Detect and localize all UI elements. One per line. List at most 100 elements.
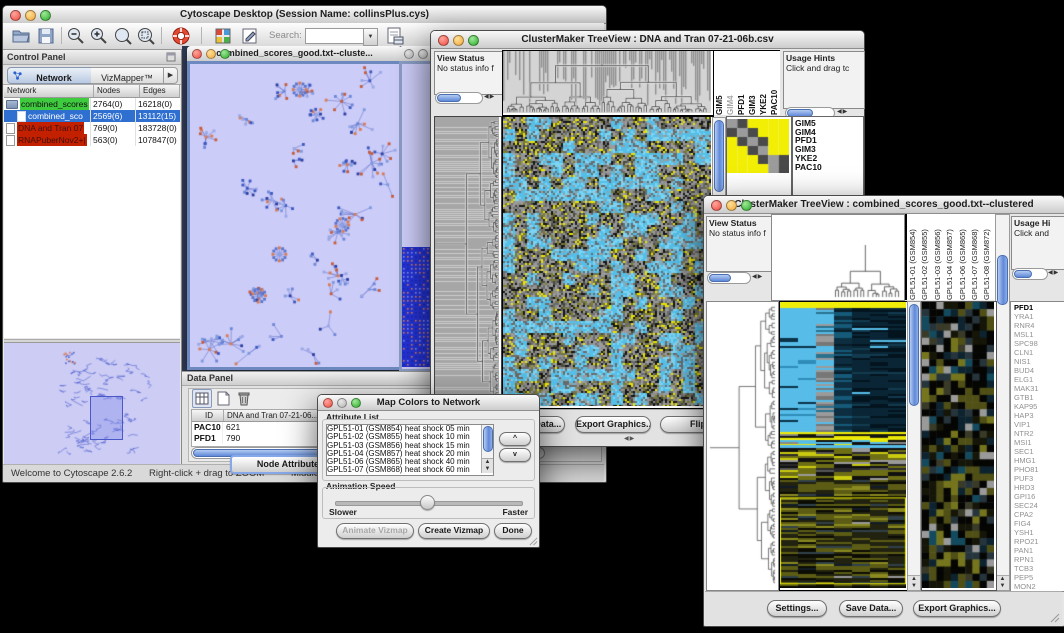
zoom-window-icon[interactable] [351,398,361,408]
treeview1-titlebar[interactable]: ClusterMaker TreeView : DNA and Tran 07-… [431,31,864,49]
tv2-heatmap[interactable] [779,301,909,591]
minimize-icon[interactable] [25,10,36,21]
cytoscape-titlebar[interactable]: Cytoscape Desktop (Session Name: collins… [3,6,606,24]
control-panel-title: Control Panel [7,50,66,64]
tv1-column-dendrogram[interactable] [502,50,714,116]
minimize-icon[interactable] [453,35,464,46]
tv2-status-scrollbar[interactable] [707,272,751,284]
tv2-action-button[interactable]: Save Data... [839,600,903,617]
dialog-titlebar[interactable]: Map Colors to Network [318,395,539,411]
zoom-selected-icon[interactable] [136,26,156,46]
delete-attribute-icon[interactable] [234,389,254,408]
network-list-row[interactable]: DNA and Tran 07 769(0) 183728(0) [4,122,180,134]
zoom-window-icon[interactable] [468,35,479,46]
gene-label: MON2 [1014,582,1064,591]
network-view-window: combined_scores_good.txt--cluste... [187,46,402,370]
help-lifering-icon[interactable] [171,26,191,46]
tv2-status-scroll-arrows[interactable]: ◀▶ [752,272,763,282]
network-list-row[interactable]: combined_scores 2764(0) 16218(0) [4,98,180,110]
open-file-icon[interactable] [11,26,31,46]
gene-label: RPO21 [1014,537,1064,546]
tv2-zoom-vscrollbar[interactable]: ▲▼ [995,214,1010,591]
attribute-item[interactable]: GPL51-07 (GSM868) heat shock 60 min [327,466,493,474]
save-icon[interactable] [36,26,56,46]
attribute-select-icon[interactable] [192,389,212,408]
tv1-status-scrollbar[interactable] [435,92,483,104]
close-icon[interactable] [711,200,722,211]
tv1-action-button[interactable]: Export Graphics... [575,416,651,433]
gene-label: GPI16 [1014,492,1064,501]
move-down-button[interactable]: v [499,448,531,462]
gene-label: YSH1 [1014,528,1064,537]
network-row-icon [6,100,18,109]
tv1-heatmap[interactable] [502,116,714,409]
network-list: combined_scores 2764(0) 16218(0) combine… [4,98,180,146]
attribute-list[interactable]: GPL51-01 (GSM854) heat shock 05 minGPL51… [326,424,494,476]
tv1-status-scroll-arrows[interactable]: ◀▶ [484,92,495,102]
network-list-row[interactable]: RNAPuberNov2+| 563(0) 107847(0) [4,134,180,146]
zoom-fit-icon[interactable] [113,26,133,46]
minimize-icon[interactable] [206,49,216,59]
animate-vizmap-button[interactable]: Animate Vizmap [336,523,414,539]
tv2-heatmap-vscrollbar[interactable]: ▲▼ [907,301,921,591]
attribute-row-id: PAC10 [192,422,223,433]
network-view-titlebar[interactable]: combined_scores_good.txt--cluste... [187,46,402,62]
column-label: GIM3 [747,51,758,115]
network-row-icon [6,135,15,146]
network-table-header: Network Nodes Edges [4,85,180,98]
network-row-edges: 13112(15) [136,110,180,122]
close-icon[interactable] [323,398,333,408]
tv2-view-status: View StatusNo status info f [706,216,775,272]
resize-grip-icon[interactable] [1050,613,1060,623]
tv2-hints-scrollbar[interactable] [1012,268,1048,280]
float-panel-icon[interactable] [166,52,176,62]
create-vizmap-button[interactable]: Create Vizmap [418,523,490,539]
close-icon[interactable] [438,35,449,46]
network-graph-canvas[interactable] [190,64,399,367]
search-input[interactable] [305,28,365,44]
close-icon[interactable] [10,10,21,21]
gene-label: HMG1 [1014,456,1064,465]
search-dropdown-icon[interactable]: ▼ [363,28,378,46]
minimize-icon[interactable] [418,49,428,59]
new-attribute-icon[interactable] [213,389,233,408]
more-tabs-icon[interactable]: ▶ [163,67,178,84]
zoom-in-icon[interactable] [89,26,109,46]
vizmapper-shortcut-icon[interactable] [213,26,233,46]
tv2-action-button[interactable]: Export Graphics... [913,600,1001,617]
tv2-zoom-heatmap[interactable] [921,301,997,591]
minimize-icon[interactable] [726,200,737,211]
network-list-row[interactable]: combined_sco 2569(6) 13112(15) [4,110,180,122]
gene-label: PHO81 [1014,465,1064,474]
gene-label: RNR4 [1014,321,1064,330]
done-button[interactable]: Done [494,523,532,539]
id-column-header[interactable]: ID [192,410,224,421]
tv2-action-button[interactable]: Settings... [767,600,827,617]
overview-viewport-rect[interactable] [90,396,123,440]
tv2-gene-list[interactable]: PFD1YRA1RNR4MSL1SPC98CLN1NIS1BUD4ELG1MAK… [1010,301,1064,592]
close-icon[interactable] [192,49,202,59]
network-overview-panel[interactable] [4,342,180,470]
tv1-bottom-scroll-arrows[interactable]: ◀▶ [624,434,635,444]
annotation-icon[interactable] [240,26,260,46]
zoom-out-icon[interactable] [66,26,86,46]
search-label: Search: [269,30,302,41]
move-up-button[interactable]: ^ [499,432,531,446]
resize-grip-icon[interactable] [529,537,538,546]
zoom-window-icon[interactable] [40,10,51,21]
minimize-icon[interactable] [337,398,347,408]
tv2-column-dendrogram[interactable] [771,214,905,301]
network-row-name: DNA and Tran 07 [17,122,84,134]
zoom-window-icon[interactable] [741,200,752,211]
tv2-hints-scroll-arrows[interactable]: ◀▶ [1048,268,1059,278]
report-icon[interactable] [385,26,405,46]
speed-slider-thumb[interactable] [420,495,435,510]
zoom-window-icon[interactable] [220,49,230,59]
close-icon[interactable] [404,49,414,59]
tv1-row-dendrogram[interactable] [434,116,502,407]
tab-network[interactable]: Network [7,67,93,84]
attribute-list-scrollbar[interactable]: ▲▼ [481,425,493,473]
tab-vizmapper[interactable]: VizMapper™ [91,67,164,84]
tv2-row-dendrogram[interactable] [706,301,779,591]
treeview2-titlebar[interactable]: ClusterMaker TreeView : combined_scores_… [704,196,1064,214]
